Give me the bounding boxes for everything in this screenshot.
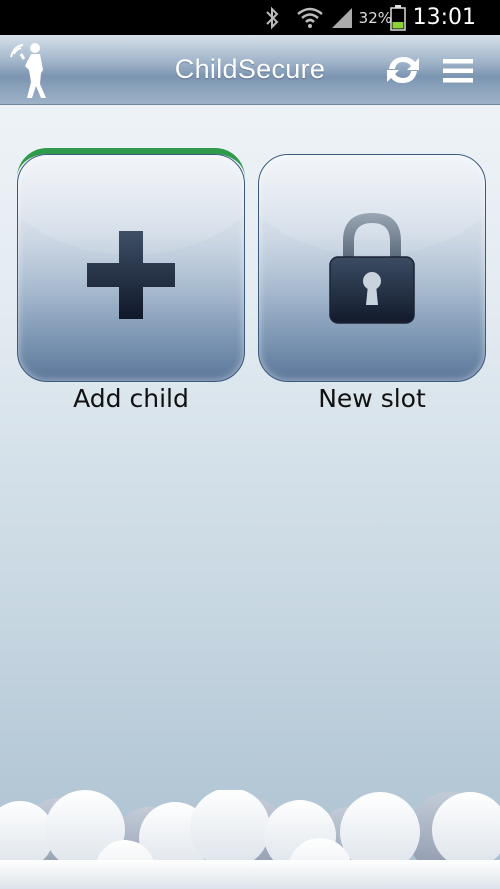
lock-icon (329, 213, 415, 324)
battery-percent: 32% (358, 8, 392, 27)
add-child-button[interactable] (17, 154, 245, 382)
clouds-decoration (0, 790, 500, 889)
bluetooth-icon (262, 0, 282, 35)
clock: 13:01 (412, 5, 476, 30)
signal-icon (330, 0, 354, 35)
plus-icon (87, 231, 175, 319)
new-slot-label: New slot (318, 384, 426, 413)
sync-icon (387, 57, 419, 83)
app-title: ChildSecure (174, 54, 326, 84)
new-slot-button[interactable] (258, 154, 486, 382)
battery-icon (390, 0, 406, 35)
sync-button[interactable] (383, 51, 423, 89)
new-slot-tile[interactable] (258, 150, 486, 382)
add-child-tile[interactable] (17, 148, 245, 382)
app-bar: ChildSecure (0, 35, 500, 105)
add-child-label: Add child (73, 384, 189, 413)
menu-icon (443, 59, 473, 83)
menu-button[interactable] (441, 57, 475, 85)
wifi-icon (296, 0, 324, 35)
status-bar: 32% 13:01 (0, 0, 500, 35)
